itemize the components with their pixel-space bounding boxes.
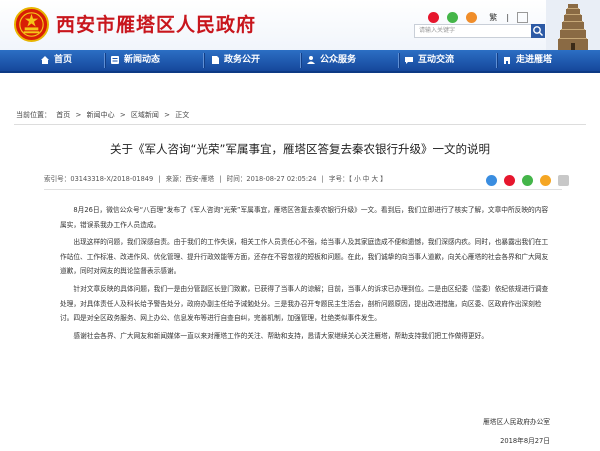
home-icon (41, 56, 49, 64)
nav-divider (398, 53, 400, 68)
nav-divider (496, 53, 498, 68)
article-meta: 索引号：03143318-X/2018-01849 | 来源：西安-雁塔 | 时… (44, 173, 387, 183)
nav-label: 走进雁塔 (516, 55, 553, 65)
nav-item-about-yanta[interactable]: 走进雁塔 (502, 50, 582, 71)
breadcrumb-separator: > (119, 111, 126, 119)
nav-label: 政务公开 (224, 55, 261, 65)
share-qq-icon[interactable] (486, 175, 497, 186)
nav-label: 首页 (54, 55, 73, 65)
breadcrumb: 当前位置： 首页 > 新闻中心 > 区域新闻 > 正文 (16, 110, 192, 120)
news-icon (111, 56, 119, 64)
share-more-icon[interactable] (558, 175, 570, 186)
top-link-second[interactable] (517, 12, 529, 23)
breadcrumb-item-current: 正文 (175, 111, 190, 119)
share-wechat-icon[interactable] (522, 175, 534, 186)
nav-divider (300, 53, 302, 68)
share-qzone-icon[interactable] (540, 175, 552, 186)
nav-divider (104, 53, 106, 68)
nav-item-interaction[interactable]: 互动交流 (404, 50, 484, 71)
meta-separator: | (219, 175, 222, 183)
signature-date: 2018年8月27日 (500, 437, 550, 445)
nav-label: 互动交流 (418, 55, 455, 65)
nav-item-news[interactable]: 新闻动态 (110, 50, 190, 71)
share-bar (486, 170, 571, 186)
article-paragraph: 针对文章反映的具体问题，我们一是由分管副区长登门致歉，已获得了当事人的谅解；目前… (60, 284, 549, 323)
document-icon (212, 56, 219, 64)
weibo-icon[interactable] (428, 12, 439, 23)
breadcrumb-separator: > (75, 111, 82, 119)
meta-separator: | (321, 175, 324, 183)
nav-label: 公众服务 (320, 55, 357, 65)
national-emblem-icon (14, 7, 49, 42)
wechat-icon[interactable] (447, 12, 459, 23)
building-icon (504, 57, 510, 64)
meta-source: 来源：西安-雁塔 (165, 175, 215, 183)
site-header: 西安市雁塔区人民政府 繁 | 请输入关键字 (0, 0, 600, 50)
nav-label: 新闻动态 (124, 55, 161, 65)
breadcrumb-item-news-center[interactable]: 新闻中心 (87, 111, 115, 119)
signature-org: 雁塔区人民政府办公室 (483, 418, 550, 426)
breadcrumb-separator: > (164, 111, 171, 119)
article-paragraph: 感谢社会各界、广大网友和新闻媒体一直以来对雁塔工作的关注、帮助和支持，恳请大家继… (73, 331, 489, 340)
meta-time: 时间：2018-08-27 02:05:24 (226, 175, 317, 183)
share-weibo-icon[interactable] (504, 175, 516, 186)
search-button[interactable] (531, 24, 545, 38)
article-signature: 雁塔区人民政府办公室 2018年8月27日 (483, 413, 550, 451)
article-paragraph: 8月26日，微信公众号“八百理”发布了《军人咨询“光荣”军属事宜，雁塔区答复去秦… (60, 206, 549, 229)
breadcrumb-prefix: 当前位置： (16, 111, 51, 119)
chat-icon (405, 57, 413, 64)
nav-divider (203, 53, 205, 68)
traditional-chinese-link[interactable]: 繁 (489, 12, 497, 23)
meta-separator: | (158, 175, 161, 183)
nav-item-public-service[interactable]: 公众服务 (306, 50, 386, 71)
breadcrumb-item-regional-news[interactable]: 区域新闻 (131, 111, 159, 119)
article-body: 8月26日，微信公众号“八百理”发布了《军人咨询“光荣”军属事宜，雁塔区答复去秦… (60, 203, 550, 346)
meta-font-size[interactable]: 字号：【 小 中 大 】 (329, 175, 387, 183)
nav-item-home[interactable]: 首页 (40, 50, 92, 71)
breadcrumb-item-home[interactable]: 首页 (56, 111, 70, 119)
article-paragraph: 出现这样的问题，我们深感自责。由于我们的工作失误，相关工作人员责任心不强，给当事… (60, 238, 549, 276)
weibo-alt-icon[interactable] (466, 12, 478, 23)
service-icon (307, 56, 315, 64)
search-icon (533, 26, 543, 36)
meta-index: 索引号：03143318-X/2018-01849 (44, 175, 154, 183)
article-title: 关于《军人咨询“光荣”军属事宜，雁塔区答复去秦农银行升级》一文的说明 (110, 142, 490, 156)
search-input[interactable]: 请输入关键字 (414, 24, 532, 38)
site-title: 西安市雁塔区人民政府 (56, 14, 257, 36)
breadcrumb-divider (14, 124, 586, 125)
main-nav: 首页 新闻动态 政务公开 公众服务 互动交流 走进雁塔 (0, 50, 600, 73)
meta-divider (44, 189, 562, 190)
pagoda-illustration (546, 0, 600, 50)
top-links: 繁 | (428, 7, 529, 23)
nav-item-government-affairs[interactable]: 政务公开 (210, 50, 290, 71)
top-link-separator: | (506, 13, 510, 22)
